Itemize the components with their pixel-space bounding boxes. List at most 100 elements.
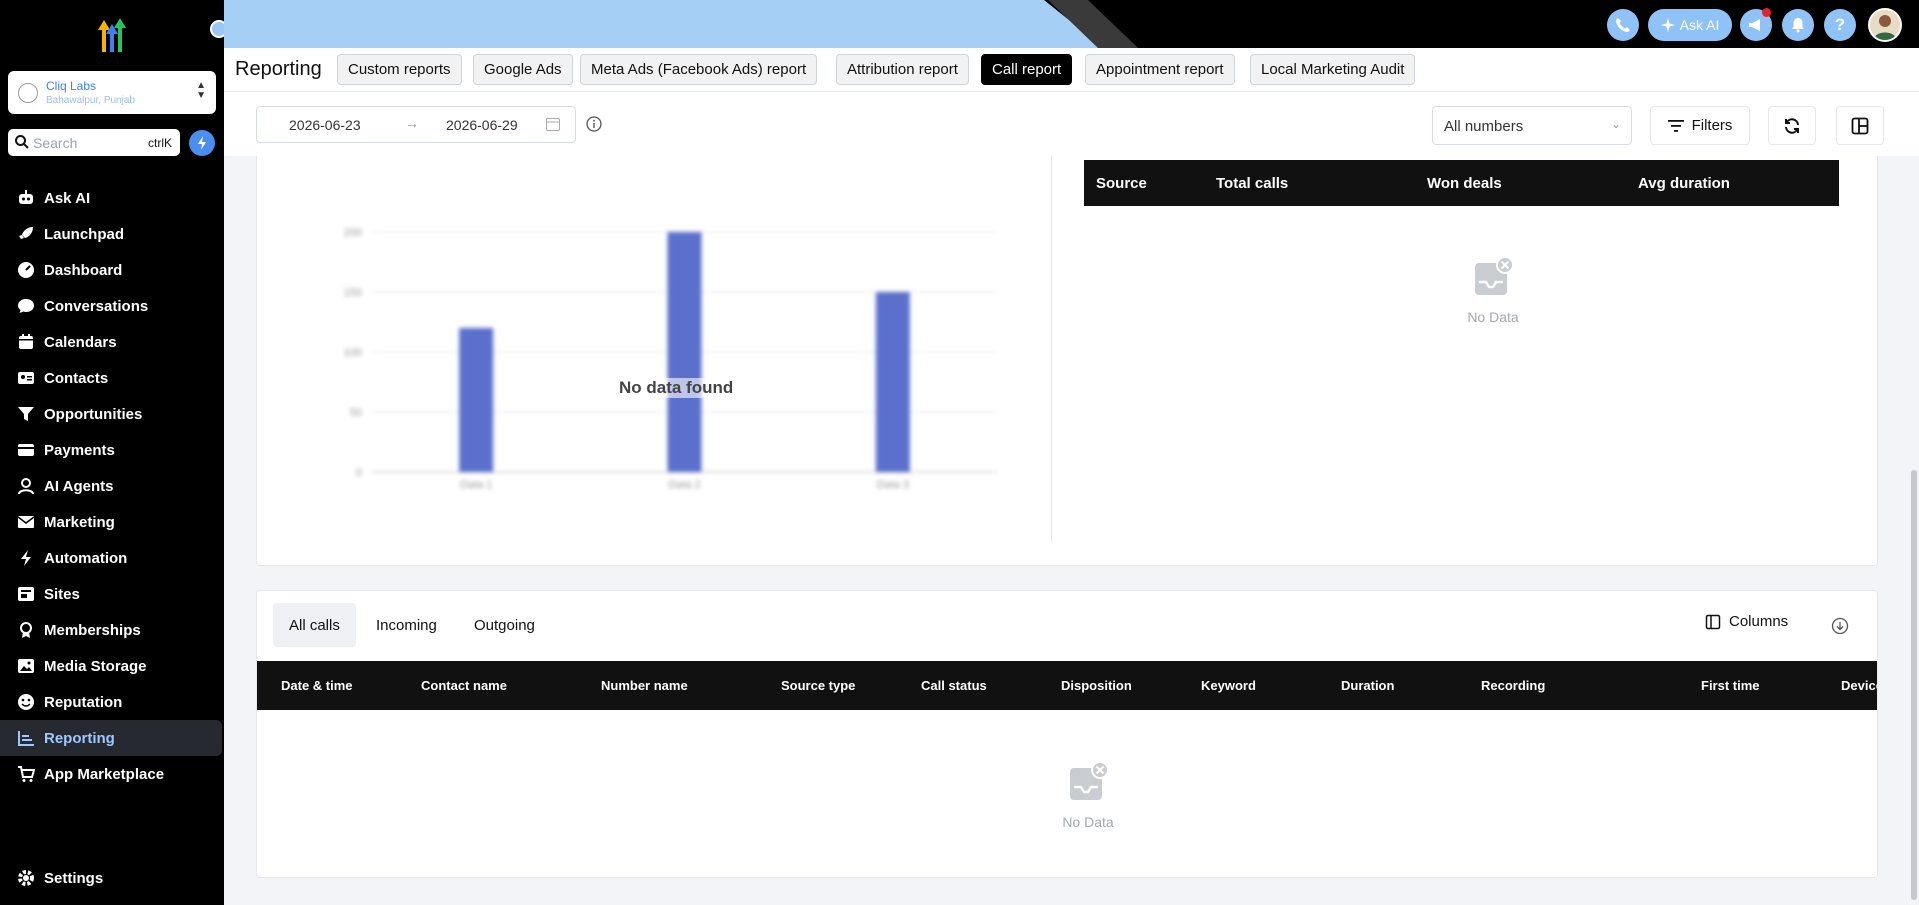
help-button[interactable]: ? bbox=[1824, 9, 1856, 41]
tab-call-report[interactable]: Call report bbox=[981, 54, 1073, 85]
download-icon[interactable] bbox=[1831, 617, 1849, 635]
search-icon bbox=[15, 135, 29, 149]
column-recording[interactable]: Recording bbox=[1481, 678, 1545, 693]
sidebar-item-label: Launchpad bbox=[44, 225, 125, 243]
search-input[interactable]: Search ctrlK bbox=[8, 129, 180, 156]
account-switcher[interactable]: Cliq Labs Bahawalpur, Punjab ▲ ▼ bbox=[8, 71, 216, 114]
info-icon[interactable] bbox=[586, 116, 602, 132]
funnel-icon bbox=[16, 404, 36, 424]
sidebar-item-marketing[interactable]: Marketing bbox=[0, 504, 224, 540]
announcements-button[interactable] bbox=[1740, 8, 1772, 41]
sidebar-item-label: Memberships bbox=[44, 621, 141, 639]
sidebar-item-dashboard[interactable]: Dashboard bbox=[0, 252, 224, 288]
gauge-icon bbox=[16, 260, 36, 280]
tab-all-calls[interactable]: All calls bbox=[273, 603, 356, 647]
sidebar-item-app-marketplace[interactable]: App Marketplace bbox=[0, 756, 224, 792]
tab-appointment-report[interactable]: Appointment report bbox=[1085, 54, 1235, 85]
search-placeholder: Search bbox=[33, 135, 78, 151]
sidebar-item-launchpad[interactable]: Launchpad bbox=[0, 216, 224, 252]
credit-card-icon bbox=[16, 440, 36, 460]
column-total-calls[interactable]: Total calls bbox=[1216, 175, 1288, 192]
quick-actions-button[interactable] bbox=[189, 130, 215, 156]
sidebar-item-calendars[interactable]: Calendars bbox=[0, 324, 224, 360]
tab-incoming[interactable]: Incoming bbox=[360, 603, 453, 647]
y-tick-label: 200 bbox=[344, 227, 362, 239]
column-first-time[interactable]: First time bbox=[1701, 678, 1760, 693]
column-number-name[interactable]: Number name bbox=[601, 678, 688, 693]
bolt-icon bbox=[16, 548, 36, 568]
sidebar-item-reporting[interactable]: Reporting bbox=[0, 720, 222, 756]
columns-icon bbox=[1705, 614, 1721, 629]
column-date-time[interactable]: Date & time bbox=[281, 678, 353, 693]
column-source[interactable]: Source bbox=[1096, 175, 1147, 192]
chart-icon bbox=[16, 728, 36, 748]
column-source-type[interactable]: Source type bbox=[781, 678, 855, 693]
sidebar-item-label: Marketing bbox=[44, 513, 115, 531]
sidebar-item-automation[interactable]: Automation bbox=[0, 540, 224, 576]
filters-button[interactable]: Filters bbox=[1650, 106, 1750, 145]
tab-meta-ads-report[interactable]: Meta Ads (Facebook Ads) report bbox=[580, 54, 818, 85]
chart-bar bbox=[459, 328, 494, 472]
tab-local-marketing-audit[interactable]: Local Marketing Audit bbox=[1250, 54, 1416, 85]
sidebar-item-payments[interactable]: Payments bbox=[0, 432, 224, 468]
sidebar-item-settings[interactable]: Settings bbox=[0, 860, 103, 896]
chart-bar bbox=[667, 232, 702, 472]
column-call-status[interactable]: Call status bbox=[921, 678, 987, 693]
no-data-text: No Data bbox=[1467, 309, 1519, 325]
phone-button[interactable] bbox=[1607, 9, 1639, 41]
settings-label: Settings bbox=[44, 869, 104, 887]
sidebar-item-label: Reporting bbox=[44, 729, 115, 747]
numbers-select[interactable]: All numbers ⌄ bbox=[1432, 106, 1632, 145]
sidebar-item-opportunities[interactable]: Opportunities bbox=[0, 396, 224, 432]
sidebar-item-reputation[interactable]: Reputation bbox=[0, 684, 224, 720]
tab-outgoing[interactable]: Outgoing bbox=[458, 603, 551, 647]
columns-button[interactable]: Columns bbox=[1705, 613, 1788, 630]
tab-custom-reports[interactable]: Custom reports bbox=[337, 54, 462, 85]
sidebar-item-label: Contacts bbox=[44, 369, 109, 387]
chat-icon bbox=[16, 296, 36, 316]
sidebar-item-label: Reputation bbox=[44, 693, 123, 711]
account-name: Cliq Labs bbox=[46, 79, 97, 93]
chevron-down-icon: ⌄ bbox=[1610, 117, 1621, 131]
page-title: Reporting bbox=[235, 58, 322, 80]
column-contact-name[interactable]: Contact name bbox=[421, 678, 507, 693]
sidebar-item-contacts[interactable]: Contacts bbox=[0, 360, 224, 396]
report-tabs-bar: Reporting Custom reports Google Ads Meta… bbox=[224, 48, 1919, 92]
brand-logo[interactable] bbox=[92, 16, 132, 54]
y-tick-label: 150 bbox=[344, 287, 362, 299]
sidebar-item-label: Calendars bbox=[44, 333, 117, 351]
sidebar-item-conversations[interactable]: Conversations bbox=[0, 288, 224, 324]
refresh-button[interactable] bbox=[1768, 106, 1816, 145]
call-report-summary-card: 0 50 100 150 200 Data 1 Data 2 Data 3 No data f… bbox=[256, 156, 1878, 566]
sidebar-item-sites[interactable]: Sites bbox=[0, 576, 224, 612]
column-disposition[interactable]: Disposition bbox=[1061, 678, 1132, 693]
account-location: Bahawalpur, Punjab bbox=[46, 95, 135, 106]
bolt-icon bbox=[198, 136, 206, 150]
sidebar-item-ai-agents[interactable]: AI Agents bbox=[0, 468, 224, 504]
source-table-empty: No Data bbox=[1433, 256, 1553, 325]
column-duration[interactable]: Duration bbox=[1341, 678, 1394, 693]
sidebar-item-ask-ai[interactable]: Ask AI bbox=[0, 180, 224, 216]
column-keyword[interactable]: Keyword bbox=[1201, 678, 1256, 693]
column-device[interactable]: Device bbox=[1841, 678, 1877, 693]
sidebar-item-media-storage[interactable]: Media Storage bbox=[0, 648, 224, 684]
column-won-deals[interactable]: Won deals bbox=[1427, 175, 1502, 192]
column-avg-duration[interactable]: Avg duration bbox=[1638, 175, 1730, 192]
section-divider bbox=[1051, 156, 1052, 542]
mail-icon bbox=[16, 512, 36, 532]
calls-table-empty: No Data bbox=[1028, 761, 1148, 830]
notifications-button[interactable] bbox=[1782, 9, 1814, 41]
user-avatar[interactable] bbox=[1868, 8, 1902, 42]
sidebar-item-label: Media Storage bbox=[44, 657, 147, 675]
sidebar-item-memberships[interactable]: Memberships bbox=[0, 612, 224, 648]
tab-attribution-report[interactable]: Attribution report bbox=[836, 54, 969, 85]
layout-button[interactable] bbox=[1836, 106, 1884, 145]
page-scrollbar[interactable] bbox=[1911, 470, 1917, 900]
tab-google-ads[interactable]: Google Ads bbox=[473, 54, 573, 85]
ask-ai-button[interactable]: Ask AI bbox=[1648, 9, 1732, 41]
sidebar-item-label: App Marketplace bbox=[44, 765, 165, 783]
filter-bar: 2026-06-23 → 2026-06-29 All numbers ⌄ Fi… bbox=[224, 92, 1919, 156]
date-range-picker[interactable]: 2026-06-23 → 2026-06-29 bbox=[256, 106, 576, 143]
y-tick-label: 50 bbox=[350, 407, 362, 419]
numbers-select-value: All numbers bbox=[1444, 118, 1524, 135]
